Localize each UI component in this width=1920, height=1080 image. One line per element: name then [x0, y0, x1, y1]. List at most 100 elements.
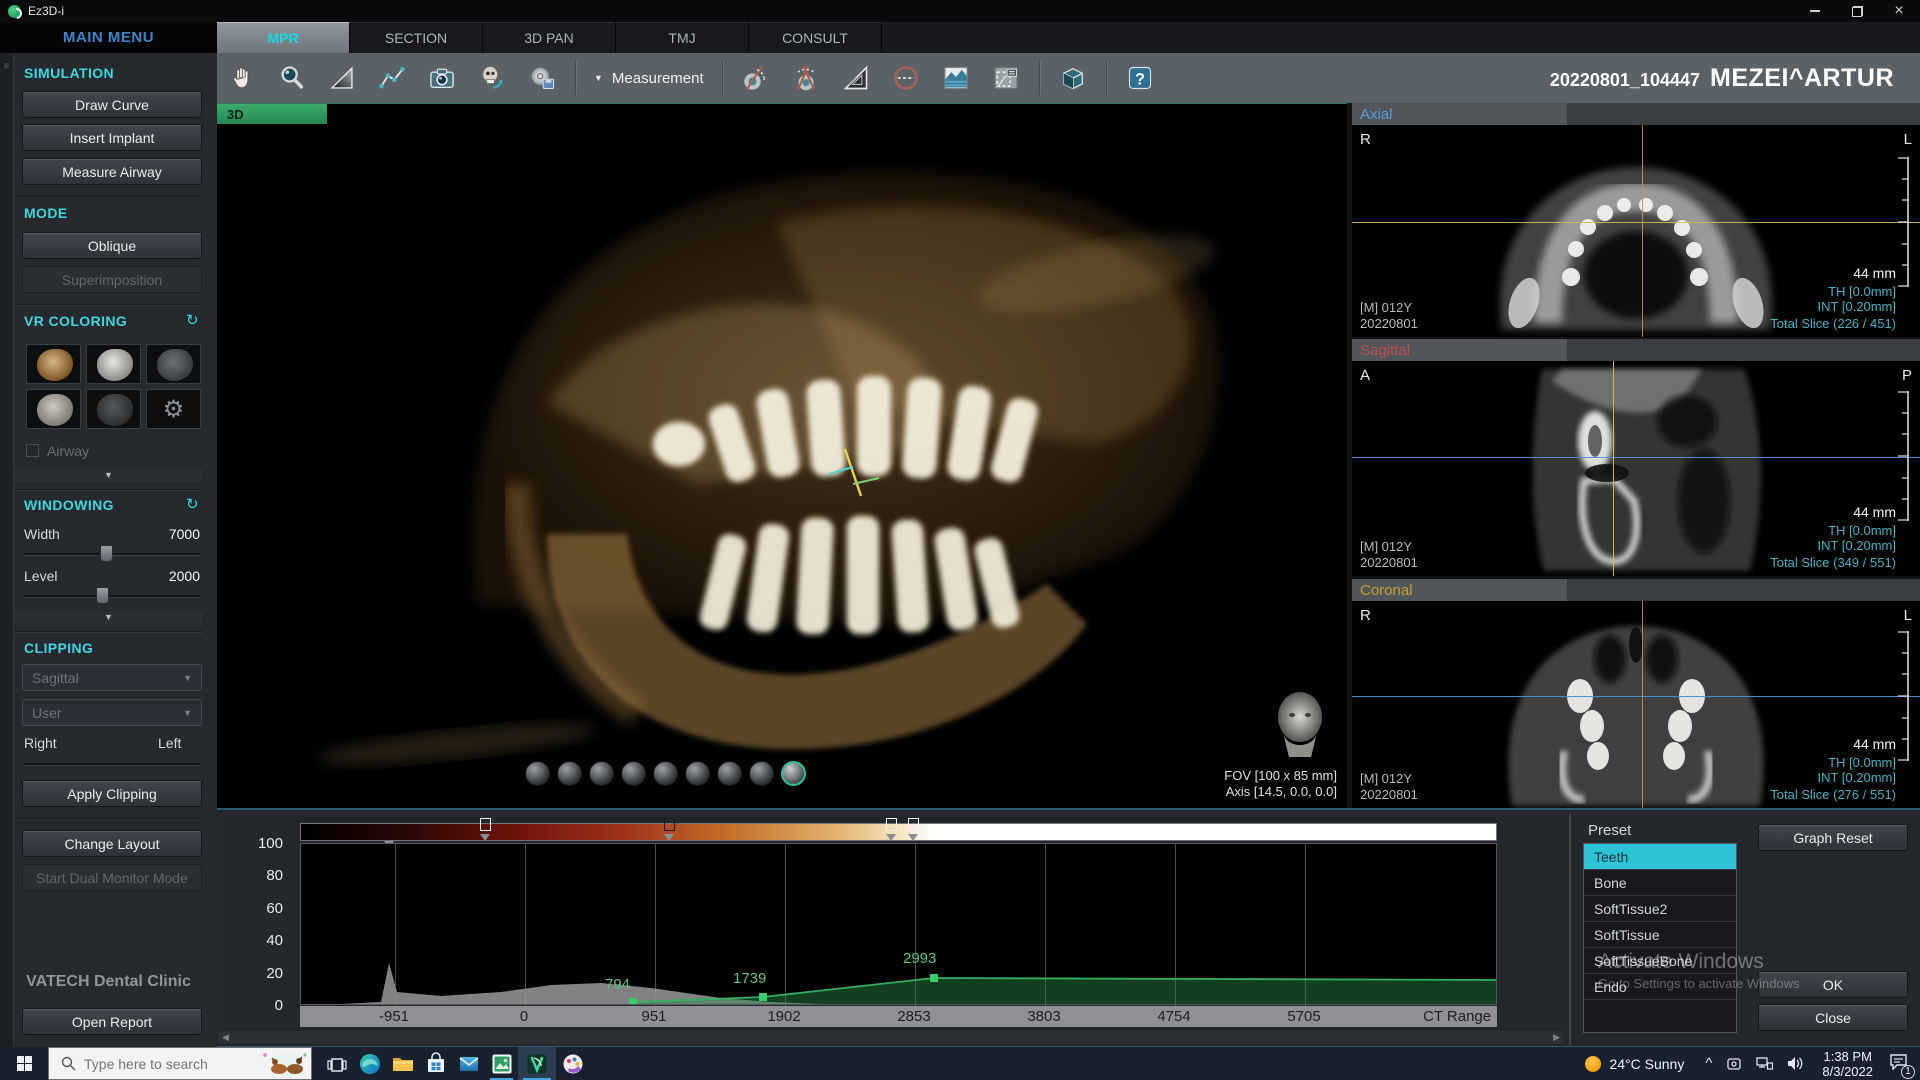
- graph-reset-button[interactable]: Graph Reset: [1758, 824, 1908, 851]
- clipping-preset-dropdown[interactable]: User ▼: [22, 699, 202, 726]
- change-layout-button[interactable]: Change Layout: [22, 830, 202, 857]
- vr-settings-gear-icon[interactable]: ⚙: [146, 389, 201, 429]
- orientation-preset-icon[interactable]: [525, 761, 550, 786]
- file-explorer-icon[interactable]: [386, 1047, 419, 1080]
- sagittal-vertical-crosshair[interactable]: [1613, 361, 1614, 576]
- tray-expand-icon[interactable]: ^: [1705, 1055, 1712, 1072]
- orientation-rotate-icon[interactable]: [781, 761, 806, 786]
- clipping-slider[interactable]: [24, 763, 200, 766]
- tab-section[interactable]: SECTION: [350, 22, 483, 53]
- vr-coloring-collapse-chevron[interactable]: ▼: [14, 469, 203, 482]
- gradient-handle[interactable]: [886, 818, 897, 831]
- main-menu-header[interactable]: MAIN MENU: [0, 22, 217, 53]
- gradient-handle[interactable]: [480, 818, 491, 831]
- insert-implant-button[interactable]: Insert Implant: [22, 124, 202, 151]
- sagittal-horizontal-crosshair[interactable]: [1352, 457, 1920, 458]
- curve-point-2993[interactable]: [930, 974, 938, 982]
- curve-point-794[interactable]: [629, 998, 637, 1004]
- tray-volume-icon[interactable]: [1787, 1056, 1805, 1071]
- capture-tool-icon[interactable]: [422, 58, 462, 98]
- circle-measure-tool-icon[interactable]: [886, 58, 926, 98]
- coronal-horizontal-crosshair[interactable]: [1352, 696, 1920, 697]
- photos-app-icon[interactable]: [485, 1047, 518, 1080]
- export-cd-tool-icon[interactable]: [522, 58, 562, 98]
- volume-render-viewport[interactable]: 3D FOV [100 x 85 mm] Axis [14.5, 0.0, 0.…: [217, 103, 1347, 808]
- taskbar-weather[interactable]: 24°C Sunny: [1585, 1056, 1684, 1072]
- double-angle-tool-icon[interactable]: [786, 58, 826, 98]
- curve-tool-icon[interactable]: [372, 58, 412, 98]
- clipping-plane-dropdown[interactable]: Sagittal ▼: [22, 664, 202, 691]
- orientation-preset-icon[interactable]: [749, 761, 774, 786]
- rotate-reset-tool-icon[interactable]: [472, 58, 512, 98]
- level-slider[interactable]: [24, 595, 200, 598]
- pan-tool-icon[interactable]: [222, 58, 262, 98]
- superimposition-button[interactable]: Superimposition: [22, 266, 202, 293]
- tray-network-icon[interactable]: [1756, 1056, 1773, 1071]
- tab-3dpan[interactable]: 3D PAN: [483, 22, 616, 53]
- search-highlights-birds-icon[interactable]: [253, 1049, 309, 1079]
- restore-button[interactable]: [1836, 0, 1878, 22]
- panel-collapse-grip[interactable]: ≡: [0, 53, 14, 1047]
- preset-item-softtissue2[interactable]: SoftTissue2: [1584, 896, 1736, 922]
- orientation-preset-icon[interactable]: [557, 761, 582, 786]
- preset-item-bone[interactable]: Bone: [1584, 870, 1736, 896]
- orientation-preset-icon[interactable]: [653, 761, 678, 786]
- airway-checkbox[interactable]: [26, 444, 39, 457]
- orientation-preset-icon[interactable]: [685, 761, 710, 786]
- axial-horizontal-crosshair[interactable]: [1352, 222, 1920, 223]
- help-button[interactable]: ?: [1120, 58, 1160, 98]
- angle-tool-icon[interactable]: [736, 58, 776, 98]
- minimize-button[interactable]: [1794, 0, 1836, 22]
- zoom-tool-icon[interactable]: [272, 58, 312, 98]
- open-report-button[interactable]: Open Report: [22, 1008, 202, 1035]
- task-view-button[interactable]: [320, 1047, 353, 1080]
- dual-monitor-button[interactable]: Start Dual Monitor Mode: [22, 864, 202, 891]
- ez3d-app-icon[interactable]: [518, 1047, 556, 1080]
- vr-soft-face-thumbnail[interactable]: [26, 389, 81, 429]
- windowing-tool-icon[interactable]: [322, 58, 362, 98]
- paint3d-icon[interactable]: [556, 1047, 589, 1080]
- curve-point-1739[interactable]: [759, 993, 767, 1001]
- edge-browser-icon[interactable]: [353, 1047, 386, 1080]
- close-button-preset[interactable]: Close: [1758, 1004, 1908, 1031]
- taskbar-clock[interactable]: 1:38 PM 8/3/2022: [1822, 1049, 1873, 1079]
- vr-xray-skull-thumbnail[interactable]: [86, 389, 141, 429]
- search-input[interactable]: [84, 1056, 234, 1072]
- tab-mpr[interactable]: MPR: [217, 22, 350, 53]
- sagittal-view[interactable]: Sagittal A P [M] 012Y 202: [1352, 339, 1920, 576]
- coronal-view[interactable]: Coronal R: [1352, 579, 1920, 808]
- tab-consult[interactable]: CONSULT: [749, 22, 882, 53]
- windowing-collapse-chevron[interactable]: ▼: [14, 611, 203, 624]
- vr-coloring-reset-icon[interactable]: ↻: [186, 311, 199, 329]
- vr-amber-skull-thumbnail[interactable]: [26, 344, 81, 384]
- measure-airway-button[interactable]: Measure Airway: [22, 158, 202, 185]
- histogram-horizontal-scrollbar[interactable]: ◀▶: [219, 1031, 1563, 1044]
- oblique-button[interactable]: Oblique: [22, 232, 202, 259]
- gradient-handle[interactable]: [664, 818, 675, 831]
- start-button[interactable]: [0, 1047, 48, 1080]
- tab-tmj[interactable]: TMJ: [616, 22, 749, 53]
- orientation-preset-icon[interactable]: [589, 761, 614, 786]
- region-note-tool-icon[interactable]: [986, 58, 1026, 98]
- histogram-tool-icon[interactable]: [936, 58, 976, 98]
- axial-view[interactable]: Axial R L: [1352, 103, 1920, 337]
- level-slider-thumb[interactable]: [96, 587, 109, 604]
- windowing-reset-icon[interactable]: ↻: [186, 495, 199, 513]
- histogram-plot-area[interactable]: [300, 843, 1497, 1005]
- close-button[interactable]: ×: [1878, 0, 1920, 22]
- axial-vertical-crosshair[interactable]: [1642, 125, 1643, 337]
- mail-icon[interactable]: [452, 1047, 485, 1080]
- orientation-preset-icon[interactable]: [621, 761, 646, 786]
- measurement-dropdown[interactable]: ▼ Measurement: [594, 70, 704, 87]
- width-slider-thumb[interactable]: [100, 545, 113, 562]
- taskbar-search[interactable]: [48, 1047, 312, 1080]
- tray-snip-icon[interactable]: [1726, 1056, 1742, 1072]
- orientation-preset-icon[interactable]: [717, 761, 742, 786]
- vr-bone-skull-thumbnail[interactable]: [86, 344, 141, 384]
- set-square-tool-icon[interactable]: [836, 58, 876, 98]
- vr-dark-skull-thumbnail[interactable]: [146, 344, 201, 384]
- draw-curve-button[interactable]: Draw Curve: [22, 91, 202, 118]
- apply-clipping-button[interactable]: Apply Clipping: [22, 780, 202, 807]
- preset-item-teeth[interactable]: Teeth: [1584, 844, 1736, 870]
- preset-item-softtissue[interactable]: SoftTissue: [1584, 922, 1736, 948]
